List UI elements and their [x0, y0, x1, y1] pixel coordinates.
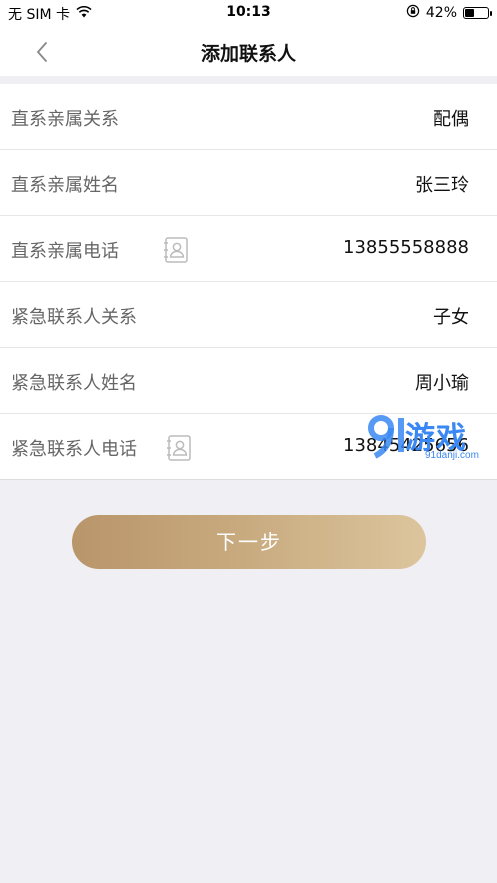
row-value: 周小瑜: [415, 373, 469, 394]
row-value: 张三玲: [415, 175, 469, 196]
contact-form: 直系亲属关系 配偶 直系亲属姓名 张三玲 直系亲属电话 13855558888: [0, 84, 497, 480]
row-value: 13845425656: [343, 435, 469, 456]
battery-fill: [465, 9, 474, 17]
orientation-lock-icon: [406, 4, 420, 22]
row-label: 紧急联系人关系: [11, 307, 137, 328]
row-value: 子女: [433, 307, 469, 328]
row-emergency-phone[interactable]: 紧急联系人电话 13845425656: [0, 414, 497, 480]
page-title: 添加联系人: [200, 43, 296, 65]
row-direct-phone[interactable]: 直系亲属电话 13855558888: [0, 216, 497, 282]
row-value: 配偶: [433, 109, 469, 130]
row-emergency-name[interactable]: 紧急联系人姓名 周小瑜: [0, 348, 497, 414]
contact-book-icon[interactable]: [162, 236, 190, 264]
row-direct-name[interactable]: 直系亲属姓名 张三玲: [0, 150, 497, 216]
row-emergency-relation[interactable]: 紧急联系人关系 子女: [0, 282, 497, 348]
row-label: 直系亲属电话: [11, 241, 119, 262]
next-step-button[interactable]: 下一步: [72, 515, 426, 569]
row-value: 13855558888: [343, 237, 469, 258]
row-label: 紧急联系人姓名: [11, 373, 137, 394]
row-label: 直系亲属姓名: [11, 175, 119, 196]
contact-book-icon[interactable]: [165, 434, 193, 462]
row-direct-relation[interactable]: 直系亲属关系 配偶: [0, 84, 497, 150]
battery-percent: 42%: [425, 5, 457, 21]
row-label: 直系亲属关系: [11, 109, 119, 130]
status-right: 42%: [406, 4, 492, 22]
status-bar: 无 SIM 卡 10:13 42%: [0, 0, 497, 26]
add-contact-screen: 无 SIM 卡 10:13 42% 添加联系人 直系亲属关系 配偶 直系亲属姓名…: [0, 0, 497, 883]
nav-bar: 添加联系人: [0, 26, 497, 76]
row-label: 紧急联系人电话: [11, 439, 137, 460]
battery-icon: [463, 7, 492, 19]
